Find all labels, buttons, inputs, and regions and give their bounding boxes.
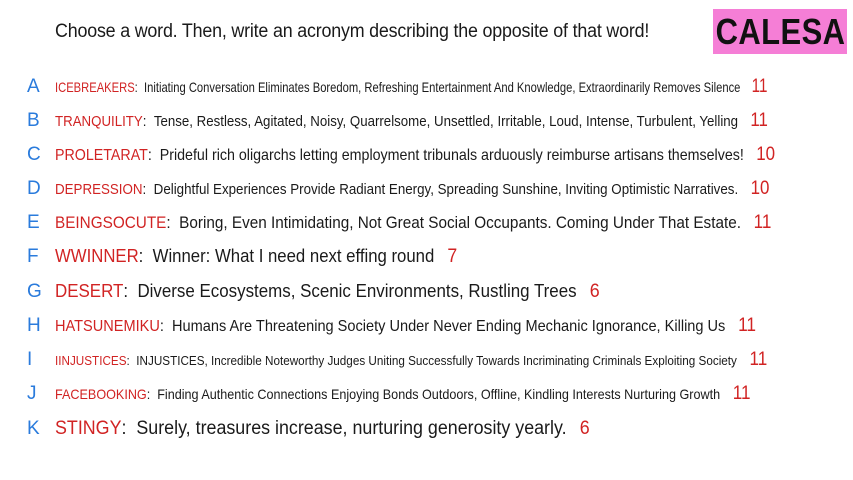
entry-acronym: Diverse Ecosystems, Scenic Environments,… [137,281,577,301]
entry-word: TRANQUILITY [55,113,143,130]
entry-letter: K [27,418,40,439]
entry-acronym: Finding Authentic Connections Enjoying B… [157,386,721,402]
entry-line: HATSUNEMIKU: Humans Are Threatening Soci… [55,315,757,336]
entry-line: WWINNER: Winner: What I need next effing… [55,246,458,267]
entry-acronym: Prideful rich oligarchs letting employme… [159,147,744,164]
entry-line: FACEBOOKING: Finding Authentic Connectio… [55,383,751,404]
entry-letter: F [27,246,39,267]
entry-word: HATSUNEMIKU [55,318,160,335]
entry-acronym: Surely, treasures increase, nurturing ge… [136,418,567,439]
entry-count: 11 [732,383,751,404]
entry-acronym: INJUSTICES, Incredible Noteworthy Judges… [136,353,737,368]
entry-line: BEINGSOCUTE: Boring, Even Intimidating, … [55,212,772,233]
prompt-heading: Choose a word. Then, write an acronym de… [55,21,650,42]
entry-word: IINJUSTICES [55,353,127,368]
entry-line: STINGY: Surely, treasures increase, nurt… [55,418,590,439]
entry-word: BEINGSOCUTE [55,213,167,232]
entry-acronym: Delightful Experiences Provide Radiant E… [153,181,739,198]
entry-letter: D [27,178,41,199]
entry-count: 10 [756,144,776,165]
entry-word: FACEBOOKING [55,386,147,402]
entry-count: 11 [753,212,772,233]
entry-letter: J [27,383,37,404]
entry-word: ICEBREAKERS [55,79,135,95]
calesa-logo: CALESA [713,9,847,54]
entry-acronym: Winner: What I need next effing round [152,246,435,266]
entry-acronym: Tense, Restless, Agitated, Noisy, Quarre… [153,113,739,130]
entry-line: ICEBREAKERS: Initiating Conversation Eli… [55,76,768,97]
entry-word: DEPRESSION [55,181,143,198]
entry-count: 11 [749,349,768,370]
entry-word: DESERT [55,281,124,301]
entry-letter: C [27,144,41,165]
entry-letter: B [27,110,40,131]
entry-line: TRANQUILITY: Tense, Restless, Agitated, … [55,110,768,131]
entry-count: 11 [751,76,768,97]
entry-letter: I [27,349,33,370]
entry-count: 6 [589,281,600,302]
entry-count: 10 [750,178,770,199]
entry-line: IINJUSTICES: INJUSTICES, Incredible Note… [55,349,768,370]
entry-count: 7 [447,246,458,267]
entry-acronym: Initiating Conversation Eliminates Bored… [144,79,741,95]
entry-letter: A [27,76,40,97]
entry-line: DEPRESSION: Delightful Experiences Provi… [55,178,770,199]
entry-acronym: Humans Are Threatening Society Under Nev… [172,318,726,335]
entry-line: PROLETARAT: Prideful rich oligarchs lett… [55,144,776,165]
entry-count: 6 [579,418,590,439]
entry-letter: H [27,315,41,336]
entry-word: PROLETARAT [55,147,148,164]
entry-word: WWINNER [55,246,139,266]
entry-word: STINGY [55,418,122,439]
entry-acronym: Boring, Even Intimidating, Not Great Soc… [179,213,741,232]
entry-count: 11 [750,110,768,131]
entry-line: DESERT: Diverse Ecosystems, Scenic Envir… [55,281,600,302]
entry-count: 11 [738,315,757,336]
logo-text: CALESA [715,10,845,52]
entry-letter: G [27,281,42,302]
entry-letter: E [27,212,40,233]
